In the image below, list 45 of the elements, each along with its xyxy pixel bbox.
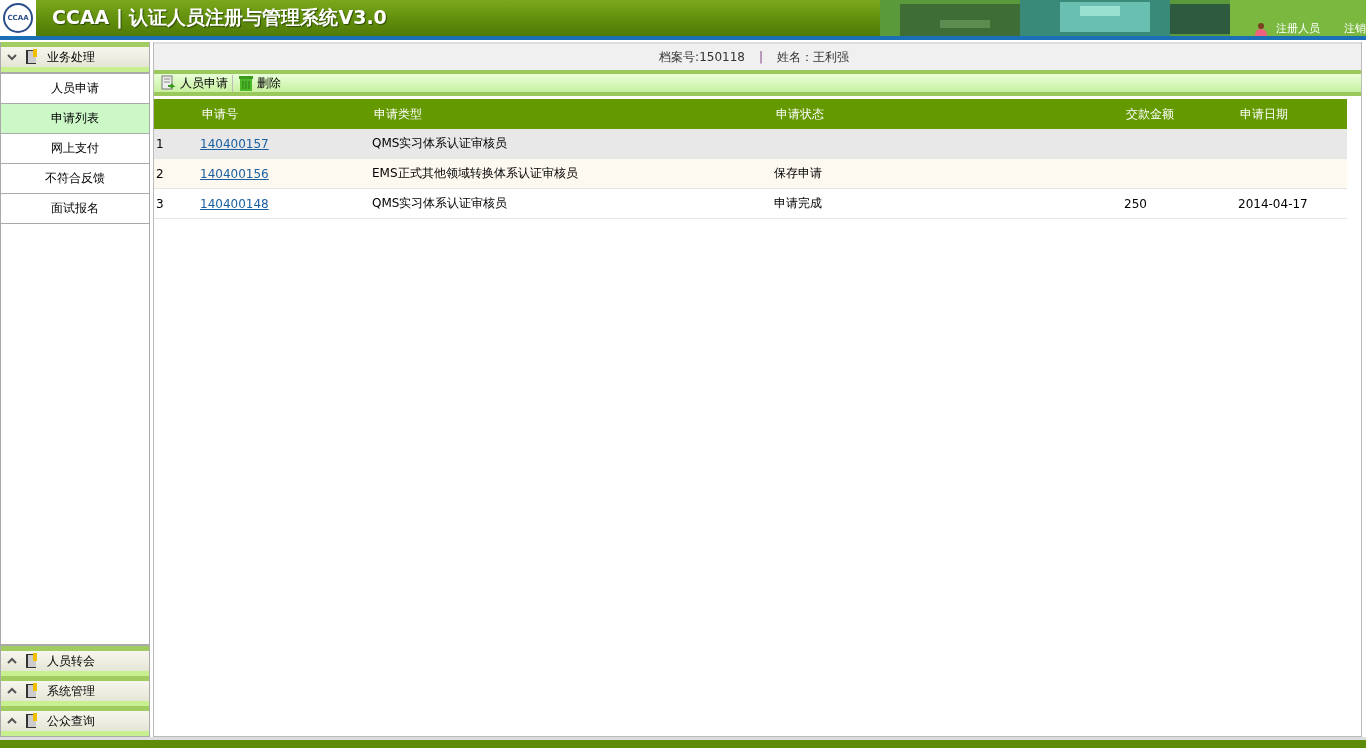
table-cell: 申请完成 xyxy=(774,195,822,212)
column-header: 交款金额 xyxy=(1126,105,1174,123)
book-icon xyxy=(25,49,39,65)
chevron-up-icon[interactable] xyxy=(7,717,17,725)
table-cell: QMS实习体系认证审核员 xyxy=(372,135,508,152)
column-header: 申请号 xyxy=(202,105,238,123)
apply-button[interactable]: 人员申请 xyxy=(160,74,233,92)
person-name: 姓名：王利强 xyxy=(777,48,849,66)
user-icon xyxy=(1254,21,1268,36)
table-cell: 保存申请 xyxy=(774,165,822,182)
section-title: 系统管理 xyxy=(47,682,95,700)
table-cell: QMS实习体系认证审核员 xyxy=(372,195,508,212)
chevron-up-icon[interactable] xyxy=(7,687,17,695)
trash-icon xyxy=(239,75,253,91)
separator: | xyxy=(758,50,763,64)
sidebar-section[interactable]: 业务处理 xyxy=(1,42,149,72)
table-cell: 250 xyxy=(1124,196,1147,211)
table-cell: 2014-04-17 xyxy=(1238,196,1308,211)
sidebar-section[interactable]: 人员转会 xyxy=(1,646,149,676)
section-title: 公众查询 xyxy=(47,712,95,730)
delete-button[interactable]: 删除 xyxy=(239,74,285,92)
row-number: 2 xyxy=(156,166,164,181)
table-row[interactable]: 1 140400157 QMS实习体系认证审核员 xyxy=(154,129,1347,159)
column-header: 申请日期 xyxy=(1240,105,1288,123)
section-title: 人员转会 xyxy=(47,652,95,670)
app-title: CCAA | 认证人员注册与管理系统V3.0 xyxy=(52,5,387,31)
row-number: 1 xyxy=(156,136,164,151)
sidebar-item[interactable]: 申请列表 xyxy=(1,104,149,134)
column-header: 申请状态 xyxy=(776,105,824,123)
book-icon xyxy=(25,683,39,699)
sidebar-section[interactable]: 公众查询 xyxy=(1,706,149,736)
column-header: 申请类型 xyxy=(374,105,422,123)
book-icon xyxy=(25,713,39,729)
chevron-down-icon[interactable] xyxy=(7,53,17,61)
chevron-up-icon[interactable] xyxy=(7,657,17,665)
book-icon xyxy=(25,653,39,669)
application-link[interactable]: 140400148 xyxy=(200,196,269,211)
application-link[interactable]: 140400156 xyxy=(200,166,269,181)
table-cell: EMS正式其他领域转换体系认证审核员 xyxy=(372,165,578,182)
row-number: 3 xyxy=(156,196,164,211)
application-link[interactable]: 140400157 xyxy=(200,136,269,151)
file-number: 档案号:150118 xyxy=(659,48,745,66)
table-row[interactable]: 2 140400156 EMS正式其他领域转换体系认证审核员 保存申请 xyxy=(154,159,1347,189)
sidebar-section[interactable]: 系统管理 xyxy=(1,676,149,706)
section-title: 业务处理 xyxy=(47,48,95,66)
